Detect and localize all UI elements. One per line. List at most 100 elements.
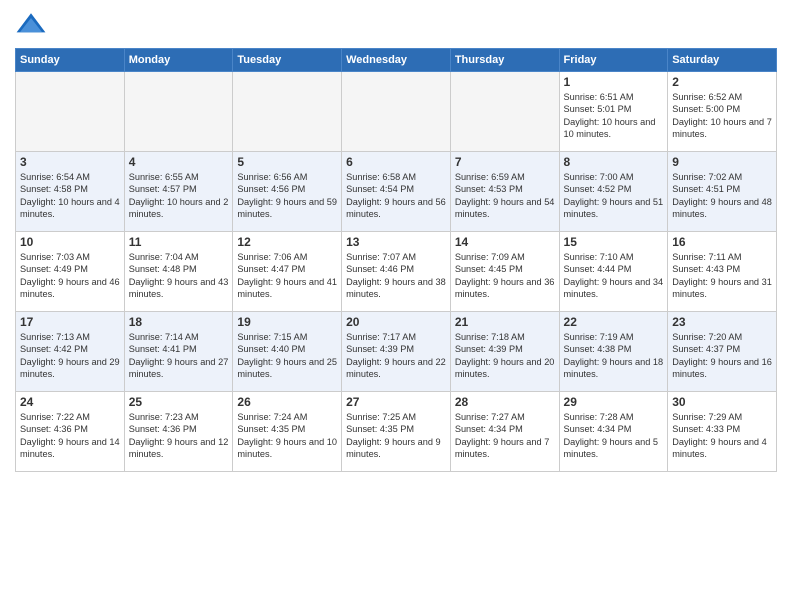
day-info: Sunrise: 7:10 AM Sunset: 4:44 PM Dayligh… xyxy=(564,251,664,301)
calendar-cell xyxy=(16,72,125,152)
day-info: Sunrise: 6:55 AM Sunset: 4:57 PM Dayligh… xyxy=(129,171,229,221)
day-number: 2 xyxy=(672,75,772,89)
calendar-week-row: 3 Sunrise: 6:54 AM Sunset: 4:58 PM Daylig… xyxy=(16,152,777,232)
day-number: 21 xyxy=(455,315,555,329)
day-info: Sunrise: 7:23 AM Sunset: 4:36 PM Dayligh… xyxy=(129,411,229,461)
calendar-cell: 19 Sunrise: 7:15 AM Sunset: 4:40 PM Dayli… xyxy=(233,312,342,392)
day-number: 13 xyxy=(346,235,446,249)
header xyxy=(15,10,777,42)
calendar-cell: 14 Sunrise: 7:09 AM Sunset: 4:45 PM Dayli… xyxy=(450,232,559,312)
day-number: 18 xyxy=(129,315,229,329)
column-header-saturday: Saturday xyxy=(668,49,777,72)
day-number: 24 xyxy=(20,395,120,409)
day-info: Sunrise: 6:56 AM Sunset: 4:56 PM Dayligh… xyxy=(237,171,337,221)
day-number: 23 xyxy=(672,315,772,329)
day-info: Sunrise: 7:09 AM Sunset: 4:45 PM Dayligh… xyxy=(455,251,555,301)
column-header-sunday: Sunday xyxy=(16,49,125,72)
day-number: 11 xyxy=(129,235,229,249)
calendar-cell: 2 Sunrise: 6:52 AM Sunset: 5:00 PM Daylig… xyxy=(668,72,777,152)
calendar-cell: 12 Sunrise: 7:06 AM Sunset: 4:47 PM Dayli… xyxy=(233,232,342,312)
calendar-cell: 18 Sunrise: 7:14 AM Sunset: 4:41 PM Dayli… xyxy=(124,312,233,392)
day-number: 4 xyxy=(129,155,229,169)
column-header-thursday: Thursday xyxy=(450,49,559,72)
day-number: 16 xyxy=(672,235,772,249)
calendar-cell: 24 Sunrise: 7:22 AM Sunset: 4:36 PM Dayli… xyxy=(16,392,125,472)
calendar-cell xyxy=(450,72,559,152)
calendar-cell: 4 Sunrise: 6:55 AM Sunset: 4:57 PM Daylig… xyxy=(124,152,233,232)
calendar-week-row: 24 Sunrise: 7:22 AM Sunset: 4:36 PM Dayli… xyxy=(16,392,777,472)
calendar-cell: 13Sunrise: 7:07 AM Sunset: 4:46 PM Dayli… xyxy=(342,232,451,312)
calendar-cell: 5 Sunrise: 6:56 AM Sunset: 4:56 PM Daylig… xyxy=(233,152,342,232)
day-number: 17 xyxy=(20,315,120,329)
day-info: Sunrise: 7:19 AM Sunset: 4:38 PM Dayligh… xyxy=(564,331,664,381)
day-number: 10 xyxy=(20,235,120,249)
calendar-cell: 10 Sunrise: 7:03 AM Sunset: 4:49 PM Dayli… xyxy=(16,232,125,312)
day-number: 19 xyxy=(237,315,337,329)
day-number: 1 xyxy=(564,75,664,89)
calendar-cell: 27 Sunrise: 7:25 AM Sunset: 4:35 PM Dayli… xyxy=(342,392,451,472)
calendar-week-row: 17 Sunrise: 7:13 AM Sunset: 4:42 PM Dayli… xyxy=(16,312,777,392)
calendar-cell: 8Sunrise: 7:00 AM Sunset: 4:52 PM Daylig… xyxy=(559,152,668,232)
logo-icon xyxy=(15,10,47,42)
day-info: Sunrise: 7:22 AM Sunset: 4:36 PM Dayligh… xyxy=(20,411,120,461)
day-info: Sunrise: 7:04 AM Sunset: 4:48 PM Dayligh… xyxy=(129,251,229,301)
calendar-cell: 3 Sunrise: 6:54 AM Sunset: 4:58 PM Daylig… xyxy=(16,152,125,232)
column-header-tuesday: Tuesday xyxy=(233,49,342,72)
calendar-cell: 11 Sunrise: 7:04 AM Sunset: 4:48 PM Dayli… xyxy=(124,232,233,312)
calendar-cell: 6Sunrise: 6:58 AM Sunset: 4:54 PM Daylig… xyxy=(342,152,451,232)
day-number: 26 xyxy=(237,395,337,409)
day-number: 12 xyxy=(237,235,337,249)
page-container: SundayMondayTuesdayWednesdayThursdayFrid… xyxy=(0,0,792,482)
day-number: 20 xyxy=(346,315,446,329)
calendar-header-row: SundayMondayTuesdayWednesdayThursdayFrid… xyxy=(16,49,777,72)
logo xyxy=(15,10,51,42)
day-info: Sunrise: 7:28 AM Sunset: 4:34 PM Dayligh… xyxy=(564,411,664,461)
day-number: 9 xyxy=(672,155,772,169)
day-number: 15 xyxy=(564,235,664,249)
calendar-cell: 9 Sunrise: 7:02 AM Sunset: 4:51 PM Daylig… xyxy=(668,152,777,232)
day-number: 27 xyxy=(346,395,446,409)
day-number: 22 xyxy=(564,315,664,329)
column-header-wednesday: Wednesday xyxy=(342,49,451,72)
day-number: 29 xyxy=(564,395,664,409)
column-header-friday: Friday xyxy=(559,49,668,72)
day-info: Sunrise: 7:00 AM Sunset: 4:52 PM Dayligh… xyxy=(564,171,664,221)
day-info: Sunrise: 7:11 AM Sunset: 4:43 PM Dayligh… xyxy=(672,251,772,301)
calendar-table: SundayMondayTuesdayWednesdayThursdayFrid… xyxy=(15,48,777,472)
calendar-cell: 25 Sunrise: 7:23 AM Sunset: 4:36 PM Dayli… xyxy=(124,392,233,472)
calendar-cell xyxy=(342,72,451,152)
day-info: Sunrise: 6:54 AM Sunset: 4:58 PM Dayligh… xyxy=(20,171,120,221)
day-info: Sunrise: 7:15 AM Sunset: 4:40 PM Dayligh… xyxy=(237,331,337,381)
column-header-monday: Monday xyxy=(124,49,233,72)
calendar-cell: 29 Sunrise: 7:28 AM Sunset: 4:34 PM Dayli… xyxy=(559,392,668,472)
day-number: 25 xyxy=(129,395,229,409)
day-info: Sunrise: 7:17 AM Sunset: 4:39 PM Dayligh… xyxy=(346,331,446,381)
day-number: 3 xyxy=(20,155,120,169)
calendar-cell: 17 Sunrise: 7:13 AM Sunset: 4:42 PM Dayli… xyxy=(16,312,125,392)
calendar-cell: 26 Sunrise: 7:24 AM Sunset: 4:35 PM Dayli… xyxy=(233,392,342,472)
day-info: Sunrise: 7:27 AM Sunset: 4:34 PM Dayligh… xyxy=(455,411,555,461)
day-info: Sunrise: 7:20 AM Sunset: 4:37 PM Dayligh… xyxy=(672,331,772,381)
day-info: Sunrise: 7:14 AM Sunset: 4:41 PM Dayligh… xyxy=(129,331,229,381)
day-info: Sunrise: 7:25 AM Sunset: 4:35 PM Dayligh… xyxy=(346,411,446,461)
day-info: Sunrise: 7:13 AM Sunset: 4:42 PM Dayligh… xyxy=(20,331,120,381)
calendar-cell: 16 Sunrise: 7:11 AM Sunset: 4:43 PM Dayli… xyxy=(668,232,777,312)
day-number: 14 xyxy=(455,235,555,249)
day-info: Sunrise: 7:24 AM Sunset: 4:35 PM Dayligh… xyxy=(237,411,337,461)
day-info: Sunrise: 6:51 AM Sunset: 5:01 PM Dayligh… xyxy=(564,91,664,141)
day-number: 5 xyxy=(237,155,337,169)
calendar-week-row: 1 Sunrise: 6:51 AM Sunset: 5:01 PM Daylig… xyxy=(16,72,777,152)
day-number: 7 xyxy=(455,155,555,169)
day-info: Sunrise: 6:52 AM Sunset: 5:00 PM Dayligh… xyxy=(672,91,772,141)
calendar-cell xyxy=(124,72,233,152)
calendar-cell: 22 Sunrise: 7:19 AM Sunset: 4:38 PM Dayli… xyxy=(559,312,668,392)
day-info: Sunrise: 7:06 AM Sunset: 4:47 PM Dayligh… xyxy=(237,251,337,301)
day-info: Sunrise: 6:59 AM Sunset: 4:53 PM Dayligh… xyxy=(455,171,555,221)
day-info: Sunrise: 7:02 AM Sunset: 4:51 PM Dayligh… xyxy=(672,171,772,221)
day-number: 30 xyxy=(672,395,772,409)
day-info: Sunrise: 7:03 AM Sunset: 4:49 PM Dayligh… xyxy=(20,251,120,301)
calendar-cell: 23 Sunrise: 7:20 AM Sunset: 4:37 PM Dayli… xyxy=(668,312,777,392)
calendar-cell: 30Sunrise: 7:29 AM Sunset: 4:33 PM Dayli… xyxy=(668,392,777,472)
calendar-cell: 1 Sunrise: 6:51 AM Sunset: 5:01 PM Daylig… xyxy=(559,72,668,152)
day-info: Sunrise: 6:58 AM Sunset: 4:54 PM Dayligh… xyxy=(346,171,446,221)
